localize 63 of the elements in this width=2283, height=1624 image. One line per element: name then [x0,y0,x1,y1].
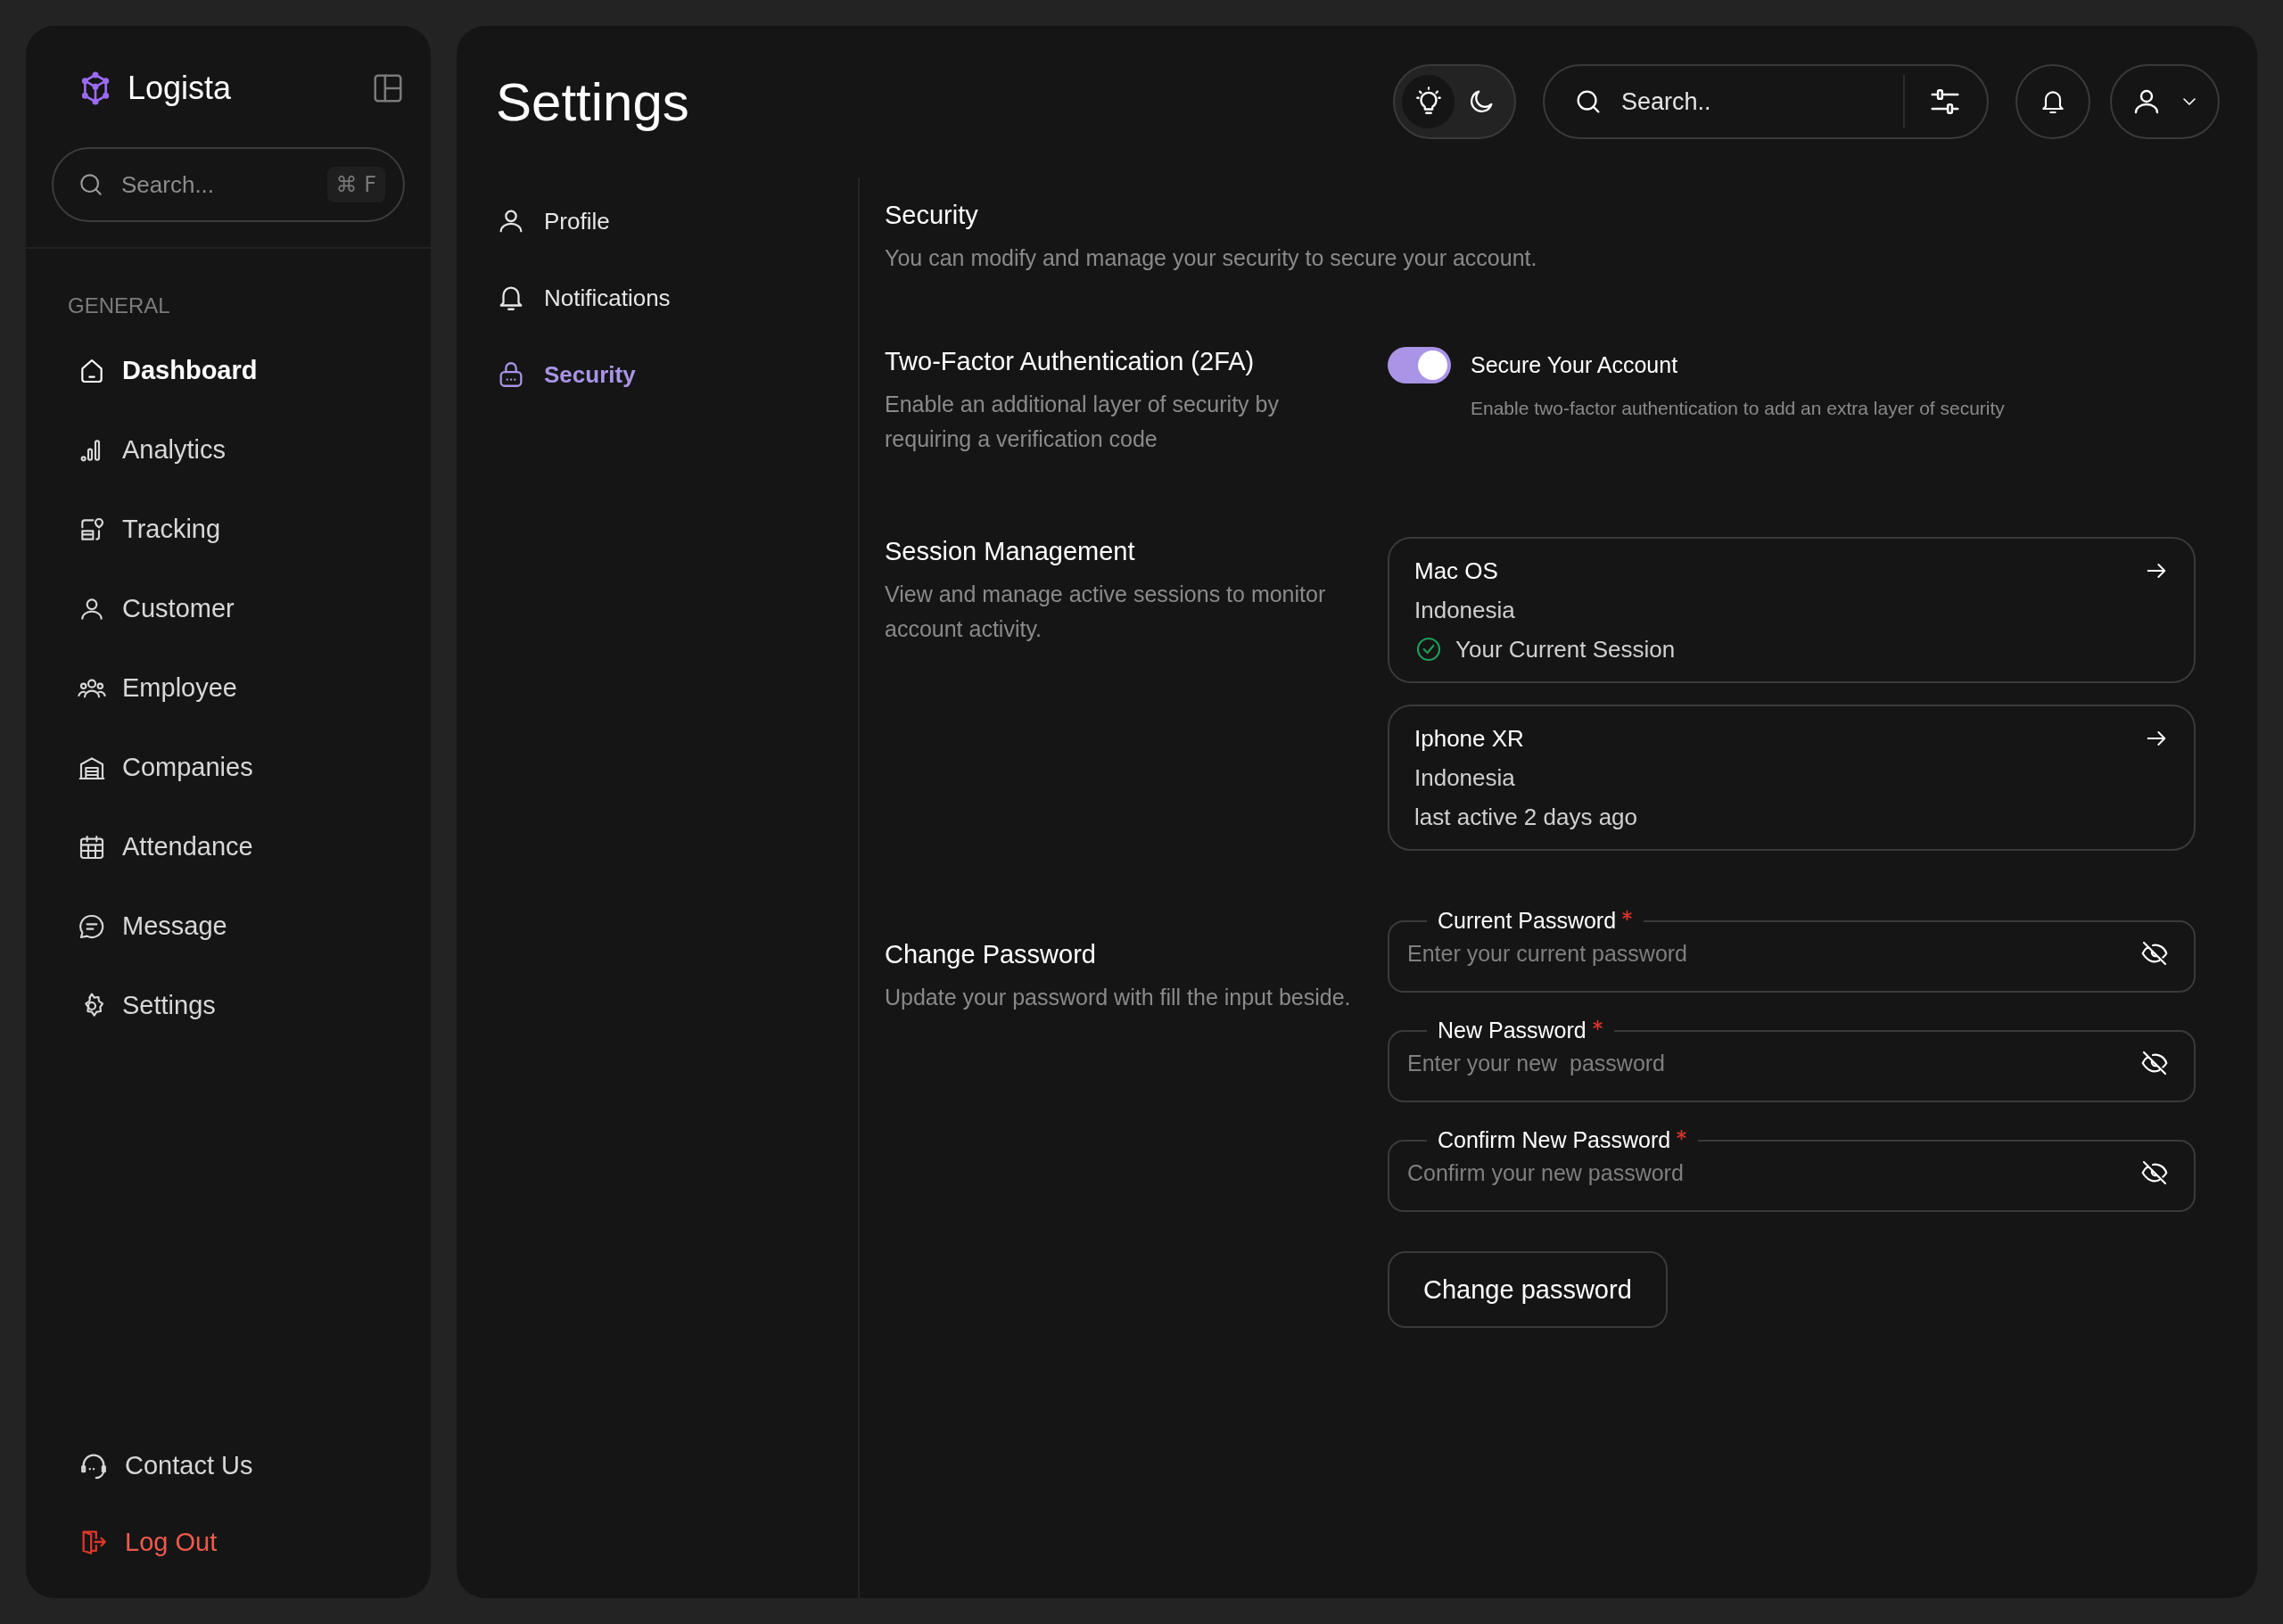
nav-item[interactable]: Customer [24,569,405,648]
settings-nav-item[interactable]: Security [496,336,858,413]
nav-item[interactable]: Analytics [24,410,405,490]
hide-password-button[interactable] [2140,1158,2169,1187]
search-field[interactable]: Search... [120,169,313,200]
toggle-label: Secure Your Account [1471,352,1679,378]
session-card[interactable]: Iphone XR Indonesia last active 2 days ago [1388,705,2196,851]
shortcut-hint: ⌘ F [326,167,385,202]
section-description: Enable an additional layer of security by requiring a verification code [885,391,1280,453]
nav-item[interactable]: Tracking [24,490,405,569]
change-password-button[interactable]: Change password [1388,1251,1668,1328]
session-status: Your Current Session [1455,635,1676,664]
nav-item[interactable]: Employee [24,648,405,728]
nav-item[interactable]: Attendance [24,807,405,886]
nav-item[interactable]: Settings [24,966,405,1045]
password-field[interactable]: New Password Enter your new password [1388,1018,2196,1102]
session-status: last active 2 days ago [1414,803,1638,832]
user-menu-button[interactable] [2110,64,2220,139]
section-description: View and manage active sessions to monitor account activity. [885,581,1327,643]
hide-password-button[interactable] [2140,1049,2169,1077]
settings-nav-item[interactable]: Notifications [496,260,858,336]
password-field[interactable]: Confirm New Password Confirm your new password [1388,1127,2196,1212]
section-title: Change Password [885,940,1097,969]
field-label: Current Password [1427,908,1644,934]
light-mode-button[interactable] [1402,75,1455,128]
session-location: Indonesia [1414,763,1516,793]
eye-off-icon [2140,1049,2169,1077]
brand-name: Logista [128,70,232,107]
nav-item[interactable]: Dashboard [24,331,405,410]
device-name: Iphone XR [1414,724,1524,754]
field-label: New Password [1427,1018,1614,1043]
hide-password-button[interactable] [2140,939,2169,968]
layout-icon [371,71,405,105]
nav-item[interactable]: Message [24,886,405,966]
required-icon [1621,910,1634,921]
logout-link[interactable]: Log Out [50,1504,431,1580]
device-name: Mac OS [1414,556,1498,586]
notification-button[interactable] [2015,64,2090,139]
page-title: Settings [496,70,690,133]
toggle-description: Enable two-factor authentication to add an extra layer of security [1471,398,2005,419]
layout-button[interactable] [371,71,405,105]
password-input[interactable]: Confirm your new password [1405,1158,2128,1187]
session-card[interactable]: Mac OS Indonesia Your Current Session [1388,537,2196,683]
eye-off-icon [2140,939,2169,968]
footer-link[interactable]: Contact Us [50,1427,431,1504]
field-label: Confirm New Password [1427,1127,1699,1153]
required-icon [1591,1019,1603,1031]
section-description: Update your password with fill the input beside. [885,984,1352,1011]
eye-off-icon [2140,1158,2169,1187]
section-title: Security [885,201,979,230]
toggle-switch[interactable] [1388,347,1451,383]
nav-item[interactable]: Companies [24,728,405,807]
session-location: Indonesia [1414,596,1516,625]
section-title: Two-Factor Authentication (2FA) [885,347,1256,376]
required-icon [1676,1129,1688,1141]
check-circle-icon [1414,635,1443,664]
section-title: Session Management [885,537,1136,566]
settings-nav-item[interactable]: Profile [496,183,858,260]
password-field[interactable]: Current Password Enter your current password [1388,908,2196,993]
section-description: You can modify and manage your security to secure your account. [885,244,1538,272]
password-input[interactable]: Enter your new password [1405,1049,2128,1077]
password-input[interactable]: Enter your current password [1405,939,2128,968]
section-label: GENERAL [68,293,171,318]
